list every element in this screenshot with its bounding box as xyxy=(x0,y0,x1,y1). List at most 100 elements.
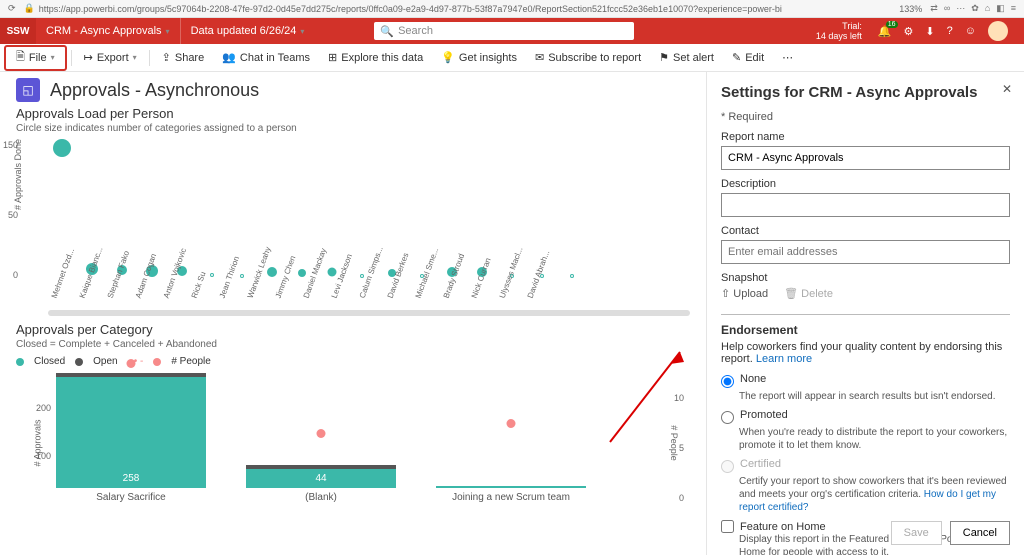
bubble-point[interactable] xyxy=(53,139,71,157)
people-point[interactable] xyxy=(127,359,136,368)
bar-category-label: (Blank) xyxy=(305,492,337,503)
upload-button[interactable]: ⇧ Upload xyxy=(721,287,768,300)
report-icon: ◱ xyxy=(16,78,40,102)
legend-dot-people xyxy=(153,358,161,366)
help-icon[interactable]: ? xyxy=(947,25,953,37)
brand-logo[interactable]: SSW xyxy=(0,18,36,44)
description-input[interactable] xyxy=(721,193,1010,217)
notification-icon[interactable]: 🔔 xyxy=(878,25,892,38)
people-point[interactable] xyxy=(317,429,326,438)
people-point[interactable] xyxy=(507,419,516,428)
bar-column[interactable]: 44(Blank) xyxy=(246,465,396,503)
feature-home-checkbox[interactable] xyxy=(721,520,734,533)
endorsement-heading: Endorsement xyxy=(721,323,1010,337)
legend-dot-closed xyxy=(16,358,24,366)
bubble-point[interactable] xyxy=(298,269,306,277)
section2-title: Approvals per Category xyxy=(16,322,690,337)
refresh-icon[interactable]: ⟳ xyxy=(8,3,16,14)
bubble-chart[interactable]: # Approvals Done 150 50 0 Mehmet Ozd...K… xyxy=(20,140,690,310)
user-avatar[interactable] xyxy=(988,21,1008,41)
bar-y2-label: # People xyxy=(669,425,679,461)
explore-icon: ⊞ xyxy=(328,51,337,64)
report-breadcrumb[interactable]: CRM - Async Approvals ▾ xyxy=(36,18,181,44)
save-button: Save xyxy=(891,521,942,545)
bar-legend: Closed Open - • - # People xyxy=(16,356,690,367)
settings-gear-icon[interactable]: ⚙ xyxy=(904,25,914,38)
ext-icon[interactable]: ⌂ xyxy=(985,3,990,14)
trash-icon: 🗑 xyxy=(784,288,798,300)
explore-data-button[interactable]: ⊞ Explore this data xyxy=(320,47,431,69)
chevron-down-icon: ▾ xyxy=(133,53,137,62)
endorse-none-radio[interactable] xyxy=(721,375,734,388)
get-insights-button[interactable]: 💡 Get insights xyxy=(433,47,525,69)
url-text: https://app.powerbi.com/groups/5c97064b-… xyxy=(39,4,782,14)
mail-icon: ✉ xyxy=(535,51,544,64)
app-header: SSW CRM - Async Approvals ▾ Data updated… xyxy=(0,18,1024,44)
report-toolbar: 🗎 File ▾ ↦ Export ▾ ⇪ Share 👥 Chat in Te… xyxy=(0,44,1024,72)
smiley-icon[interactable]: ☺ xyxy=(965,25,976,37)
share-icon: ⇪ xyxy=(162,51,171,64)
cancel-button[interactable]: Cancel xyxy=(950,521,1010,545)
browser-address-bar: ⟳ 🔒 https://app.powerbi.com/groups/5c970… xyxy=(0,0,1024,18)
section1-subtitle: Circle size indicates number of categori… xyxy=(16,123,690,134)
flag-icon: ⚑ xyxy=(659,51,669,64)
ext-icon[interactable]: ≡ xyxy=(1011,3,1016,14)
contact-input[interactable] xyxy=(721,240,1010,264)
contact-label: Contact xyxy=(721,225,1010,237)
teams-icon: 👥 xyxy=(222,51,236,64)
chevron-down-icon: ▾ xyxy=(300,27,304,36)
export-menu[interactable]: ↦ Export ▾ xyxy=(76,47,145,69)
sync-icon[interactable]: ⇄ xyxy=(930,3,938,14)
bar-chart[interactable]: # Approvals # People 200 100 10 5 0 258S… xyxy=(16,373,690,503)
data-updated[interactable]: Data updated 6/26/24 ▾ xyxy=(181,25,315,37)
bar-column[interactable]: 258Salary Sacrifice xyxy=(56,373,206,503)
endorse-promoted-radio[interactable] xyxy=(721,411,734,424)
file-icon: 🗎 xyxy=(16,48,25,67)
bubble-point[interactable] xyxy=(210,273,214,277)
snapshot-label: Snapshot xyxy=(721,272,1010,284)
report-name-input[interactable] xyxy=(721,146,1010,170)
chat-teams-button[interactable]: 👥 Chat in Teams xyxy=(214,47,318,69)
download-icon[interactable]: ⬇ xyxy=(925,25,934,38)
chevron-down-icon: ▾ xyxy=(51,53,55,62)
trial-status[interactable]: Trial: 14 days left xyxy=(810,21,868,41)
endorse-certified-radio xyxy=(721,460,734,473)
bar-category-label: Joining a new Scrum team xyxy=(452,492,570,503)
pencil-icon: ✎ xyxy=(732,51,741,64)
infinity-icon[interactable]: ∞ xyxy=(944,3,950,14)
description-label: Description xyxy=(721,178,1010,190)
search-icon: 🔍 xyxy=(380,25,394,38)
bubble-point[interactable] xyxy=(267,267,277,277)
file-menu[interactable]: 🗎 File ▾ xyxy=(8,47,63,69)
y-tick: 50 xyxy=(2,210,18,220)
ext-icon[interactable]: ◧ xyxy=(996,3,1005,14)
bar-column[interactable]: Joining a new Scrum team xyxy=(436,486,586,503)
legend-dot-open xyxy=(75,358,83,366)
close-panel-icon[interactable]: ✕ xyxy=(1002,82,1012,96)
more-icon[interactable]: ⋯ xyxy=(956,3,965,14)
report-name-label: Report name xyxy=(721,131,1010,143)
chevron-down-icon: ▾ xyxy=(166,27,170,36)
export-icon: ↦ xyxy=(84,51,93,64)
zoom-level[interactable]: 133% xyxy=(899,4,922,14)
ext-icon[interactable]: ✿ xyxy=(971,3,979,14)
set-alert-button[interactable]: ⚑ Set alert xyxy=(651,47,722,69)
subscribe-button[interactable]: ✉ Subscribe to report xyxy=(527,47,649,69)
bubble-point[interactable] xyxy=(240,274,244,278)
endorsement-help: Help coworkers find your quality content… xyxy=(721,341,1010,365)
upload-icon: ⇧ xyxy=(721,288,730,300)
y-tick: 150 xyxy=(2,140,18,150)
more-menu[interactable]: ⋯ xyxy=(774,47,801,69)
edit-button[interactable]: ✎ Edit xyxy=(724,47,772,69)
section1-title: Approvals Load per Person xyxy=(16,106,690,121)
bubble-point[interactable] xyxy=(328,268,337,277)
share-button[interactable]: ⇪ Share xyxy=(154,47,213,69)
panel-heading: Settings for CRM - Async Approvals xyxy=(721,84,1010,101)
global-search[interactable]: 🔍 Search xyxy=(374,22,634,40)
bar-category-label: Salary Sacrifice xyxy=(96,492,165,503)
url-box[interactable]: 🔒 https://app.powerbi.com/groups/5c97064… xyxy=(24,3,892,14)
lock-icon: 🔒 xyxy=(24,3,35,14)
horizontal-scrollbar[interactable] xyxy=(48,310,690,316)
bubble-point[interactable] xyxy=(570,274,574,278)
learn-more-link[interactable]: Learn more xyxy=(756,353,812,365)
